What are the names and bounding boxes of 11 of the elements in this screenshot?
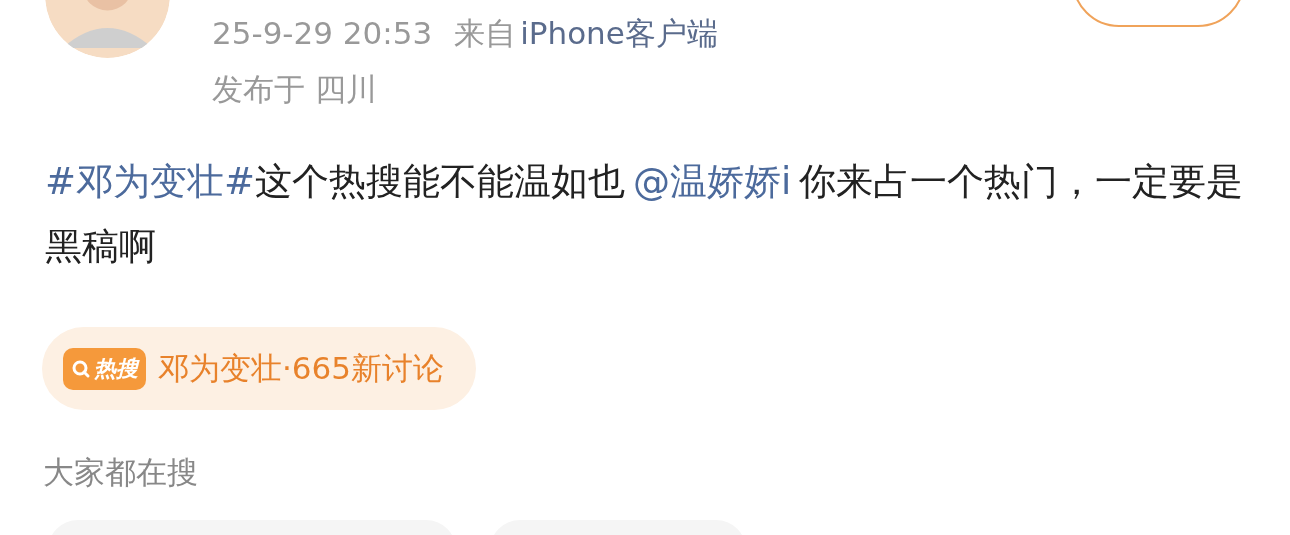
source-label: 来自 xyxy=(454,14,517,53)
section-title: 大家都在搜 xyxy=(43,453,199,492)
mention-link[interactable]: @温娇娇i xyxy=(633,160,792,203)
search-icon xyxy=(71,358,91,379)
source-link[interactable]: iPhone客户端 xyxy=(520,13,718,53)
post-location: 发布于 四川 xyxy=(212,70,378,109)
hot-search-label: 热搜 xyxy=(94,354,138,383)
post-text: #邓为变壮#这个热搜能不能温如也 @温娇娇i 你来占一个热门，一定要是黑稿啊 xyxy=(44,159,1245,270)
post-time: 25-9-29 20:53 xyxy=(212,14,433,53)
topic-link[interactable]: #邓为变壮# xyxy=(45,160,255,203)
hot-search-topic: 邓为变壮·665新讨论 xyxy=(158,348,445,388)
